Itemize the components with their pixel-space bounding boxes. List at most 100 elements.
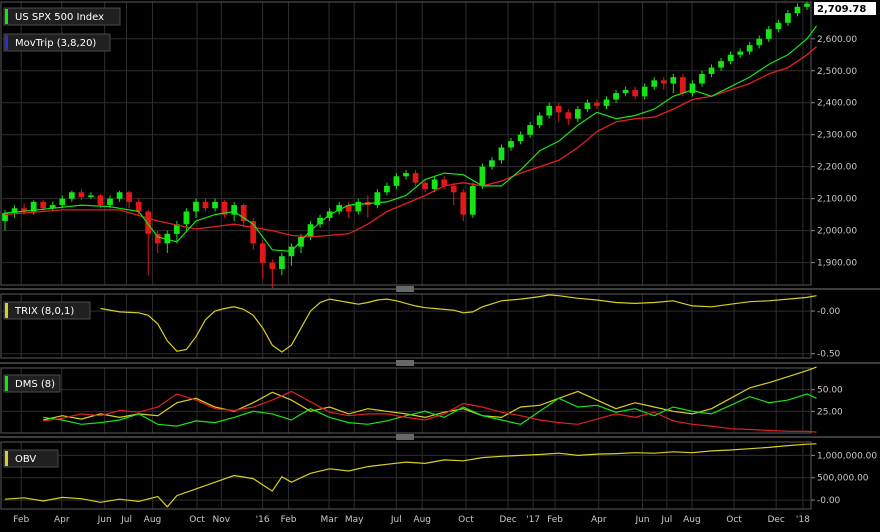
legend-movtrip-color-bar xyxy=(5,35,8,50)
candle-up xyxy=(498,147,505,161)
candle-up xyxy=(699,73,705,84)
y-axis-tick-label: 50.00 xyxy=(817,386,843,396)
y-axis-tick-label: 1,900.00 xyxy=(817,259,857,269)
candle-up xyxy=(718,61,724,68)
candle-up xyxy=(689,83,696,94)
candle-up xyxy=(756,38,763,46)
candle-up xyxy=(88,195,94,198)
y-axis-tick-label: 2,100.00 xyxy=(817,195,857,205)
candle-up xyxy=(737,51,744,55)
candle-up xyxy=(393,176,400,186)
y-axis-tick-label: 2,400.00 xyxy=(817,99,857,109)
y-axis-tick-label: 25.00 xyxy=(817,407,843,417)
candle-down xyxy=(259,243,266,263)
candle-up xyxy=(116,192,123,199)
candle-up xyxy=(431,179,438,190)
indicator-series-line xyxy=(43,393,817,427)
y-axis-tick-label: -0.00 xyxy=(817,496,841,506)
candle-down xyxy=(269,262,276,270)
legend-obv-label: OBV xyxy=(15,454,36,465)
candle-up xyxy=(508,141,514,148)
legend-spx-label: US SPX 500 Index xyxy=(15,12,104,23)
candle-up xyxy=(536,115,543,126)
x-axis-tick-label: Jun xyxy=(634,515,649,525)
legend-dms-color-bar xyxy=(5,376,8,391)
x-axis-tick-label: '17 xyxy=(526,515,540,525)
x-axis-tick-label: Jul xyxy=(390,515,402,525)
candle-down xyxy=(660,80,667,84)
candle-down xyxy=(632,89,639,97)
candle-up xyxy=(765,29,772,39)
x-axis-tick-label: Aug xyxy=(144,515,162,525)
legend-movtrip-label: MovTrip (3,8,20) xyxy=(15,38,96,49)
candle-down xyxy=(78,192,85,198)
candle-up xyxy=(183,211,190,225)
candle-down xyxy=(555,105,562,113)
candle-up xyxy=(584,102,591,110)
candle-down xyxy=(154,233,161,244)
candle-up xyxy=(59,198,66,206)
candle-up xyxy=(212,201,218,209)
candle-down xyxy=(460,192,467,215)
candle-up xyxy=(279,256,285,270)
x-axis-tick-label: Feb xyxy=(281,515,297,525)
x-axis-tick-label: Feb xyxy=(547,515,563,525)
legend-trix-color-bar xyxy=(5,303,8,318)
candle-up xyxy=(804,3,810,7)
candle-up xyxy=(670,77,677,84)
y-axis-tick-label: 2,300.00 xyxy=(817,131,857,141)
candle-up xyxy=(794,6,801,14)
y-axis-tick-label: 2,200.00 xyxy=(817,163,857,173)
x-axis-tick-label: '16 xyxy=(256,515,270,525)
candle-down xyxy=(126,192,132,202)
x-axis-tick-label: '18 xyxy=(796,515,810,525)
x-axis-tick-label: Oct xyxy=(189,515,205,525)
x-axis-tick-label: Dec xyxy=(767,515,784,525)
candle-up xyxy=(727,54,734,62)
candle-up xyxy=(355,201,362,212)
candle-up xyxy=(785,13,791,23)
candle-down xyxy=(450,185,457,193)
y-axis-tick-label: 2,600.00 xyxy=(817,35,857,45)
pane-frame xyxy=(0,1,812,286)
candle-up xyxy=(384,185,390,193)
legend-spx-color-bar xyxy=(5,9,8,24)
candle-up xyxy=(479,166,486,186)
candle-down xyxy=(202,201,209,209)
candle-up xyxy=(546,105,553,116)
x-axis-tick-label: Oct xyxy=(458,515,474,525)
x-axis-tick-label: Aug xyxy=(413,515,431,525)
y-axis-tick-label: 2,500.00 xyxy=(817,67,857,77)
candle-up xyxy=(469,185,476,215)
candle-down xyxy=(422,182,428,190)
candle-up xyxy=(107,198,113,206)
y-axis-tick-label: -0.00 xyxy=(817,307,841,317)
y-axis-tick-label: 2,000.00 xyxy=(817,227,857,237)
y-axis-tick-label: 1,000,000.00 xyxy=(817,451,877,461)
legend-obv-color-bar xyxy=(5,451,8,466)
x-axis-tick-label: Nov xyxy=(213,515,231,525)
candle-up xyxy=(746,45,753,52)
candle-up xyxy=(489,160,495,167)
last-price-value: 2,709.78 xyxy=(817,4,866,15)
x-axis-tick-label: Jul xyxy=(120,515,132,525)
candle-down xyxy=(680,77,686,94)
x-axis-tick-label: Feb xyxy=(13,515,29,525)
candle-up xyxy=(527,125,533,135)
candle-up xyxy=(708,67,715,74)
y-axis-tick-label: -0.50 xyxy=(817,350,841,360)
legend-trix-label: TRIX (8,0,1) xyxy=(14,306,74,317)
x-axis-tick-label: Jun xyxy=(97,515,112,525)
candle-up xyxy=(622,89,629,94)
legend-dms-label: DMS (8) xyxy=(15,379,55,390)
chart-canvas: Feb Apr Jun Jul Aug Oct Nov '16 Feb Mar May Jul Aug O… xyxy=(0,1,880,525)
x-axis-tick-label: Oct xyxy=(726,515,742,525)
x-axis-tick-label: Jul xyxy=(660,515,672,525)
candle-up xyxy=(574,109,581,119)
candle-down xyxy=(40,201,47,209)
candle-down xyxy=(594,102,600,106)
indicator-series-line xyxy=(100,294,817,353)
candle-down xyxy=(97,195,104,206)
x-axis-tick-label: May xyxy=(345,515,364,525)
candle-down xyxy=(135,201,142,212)
